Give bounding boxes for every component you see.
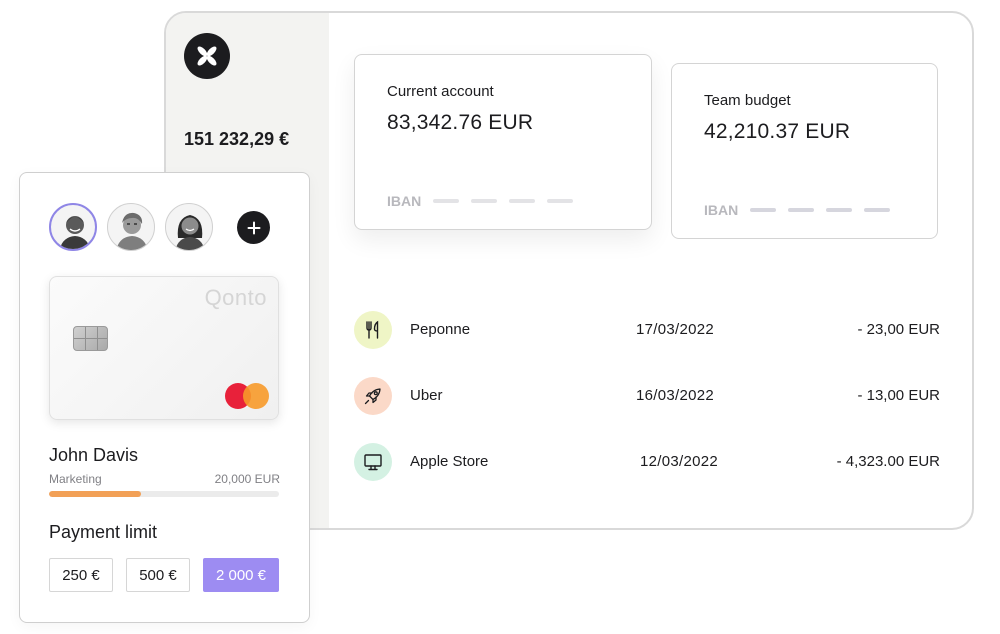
payment-card[interactable]: Qonto bbox=[49, 276, 279, 420]
iban-label: IBAN bbox=[704, 202, 739, 218]
merchant-name: Peponne bbox=[410, 321, 471, 338]
payment-limit-title: Payment limit bbox=[49, 522, 158, 542]
total-balance: 151 232,29 € bbox=[184, 129, 290, 149]
iban-masked: IBAN bbox=[387, 193, 574, 209]
iban-dash bbox=[433, 199, 460, 203]
spending-limit: 20,000 EUR bbox=[214, 472, 280, 486]
iban-dash bbox=[750, 208, 777, 212]
transaction-row[interactable]: Peponne 17/03/2022 - 23,00 EUR bbox=[354, 311, 940, 349]
iban-dash bbox=[509, 199, 536, 203]
limit-option-500[interactable]: 500 € bbox=[126, 558, 190, 592]
account-balance: 83,342.76 EUR bbox=[387, 111, 534, 134]
spending-progress-fill bbox=[49, 491, 141, 497]
iban-dash bbox=[471, 199, 498, 203]
avatar[interactable] bbox=[107, 203, 155, 251]
iban-dash bbox=[864, 208, 891, 212]
iban-masked: IBAN bbox=[704, 202, 891, 218]
merchant-name: Uber bbox=[410, 387, 443, 404]
qonto-cross-icon[interactable] bbox=[184, 33, 230, 79]
transaction-row[interactable]: Uber 16/03/2022 - 13,00 EUR bbox=[354, 377, 940, 415]
transaction-row[interactable]: Apple Store 12/03/2022 - 4,323.00 EUR bbox=[354, 443, 940, 481]
account-balance: 42,210.37 EUR bbox=[704, 120, 851, 143]
transaction-amount: - 23,00 EUR bbox=[857, 321, 940, 338]
mastercard-icon bbox=[225, 383, 269, 409]
transaction-amount: - 4,323.00 EUR bbox=[836, 453, 940, 470]
card-panel: Qonto John Davis Marketing 20,000 EUR Pa… bbox=[19, 172, 310, 623]
iban-dash bbox=[547, 199, 574, 203]
account-label: Current account bbox=[387, 83, 494, 100]
account-label: Team budget bbox=[704, 92, 791, 109]
iban-label: IBAN bbox=[387, 193, 422, 209]
fork-knife-icon bbox=[354, 311, 392, 349]
add-member-button[interactable] bbox=[237, 211, 270, 244]
spending-progress-bar bbox=[49, 491, 279, 497]
card-chip-icon bbox=[73, 326, 108, 351]
transaction-amount: - 13,00 EUR bbox=[857, 387, 940, 404]
cardholder-name: John Davis bbox=[49, 445, 139, 465]
avatar[interactable] bbox=[49, 203, 97, 251]
plus-icon bbox=[247, 221, 260, 234]
iban-dash bbox=[788, 208, 815, 212]
monitor-icon bbox=[354, 443, 392, 481]
iban-dash bbox=[826, 208, 853, 212]
merchant-name: Apple Store bbox=[410, 453, 489, 470]
rocket-icon bbox=[354, 377, 392, 415]
transaction-date: 17/03/2022 bbox=[636, 321, 715, 338]
transaction-date: 16/03/2022 bbox=[636, 387, 715, 404]
account-card-team-budget[interactable]: Team budget 42,210.37 EUR IBAN bbox=[671, 63, 938, 239]
avatar[interactable] bbox=[165, 203, 213, 251]
account-card-current[interactable]: Current account 83,342.76 EUR IBAN bbox=[354, 54, 652, 230]
limit-option-250[interactable]: 250 € bbox=[49, 558, 113, 592]
card-brand: Qonto bbox=[204, 285, 267, 310]
transaction-date: 12/03/2022 bbox=[640, 453, 719, 470]
limit-option-2000[interactable]: 2 000 € bbox=[203, 558, 279, 592]
cardholder-department: Marketing bbox=[49, 472, 102, 486]
